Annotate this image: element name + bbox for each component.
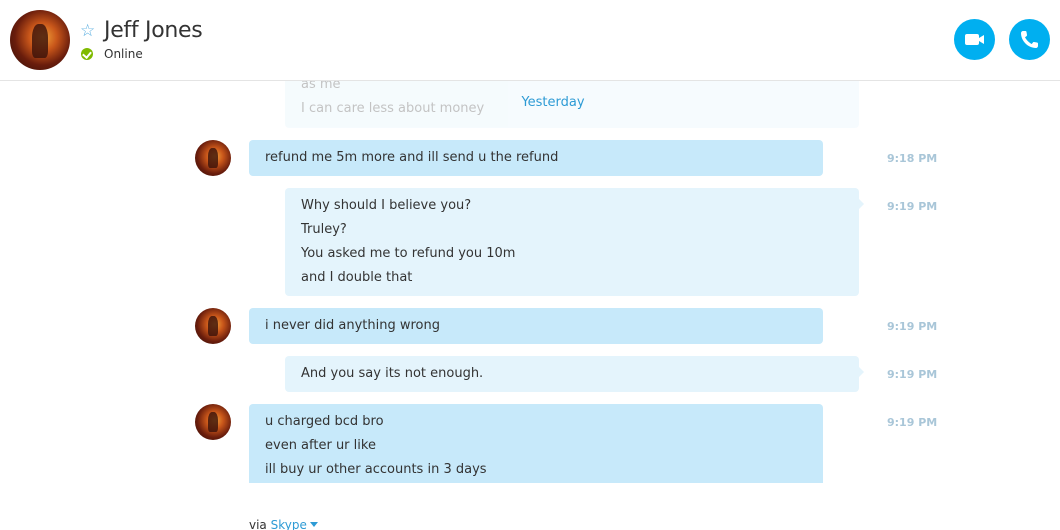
incoming-message-bubble[interactable]: i never did anything wrong xyxy=(249,308,823,344)
message-line: Why should I believe you? xyxy=(301,198,472,213)
favorite-star-icon[interactable]: ☆ xyxy=(80,22,95,40)
contact-status: Online xyxy=(104,47,143,61)
previous-message-line: as me xyxy=(301,81,341,92)
via-skype-link[interactable]: Skype xyxy=(271,518,307,530)
message-timestamp: 9:18 PM xyxy=(887,152,938,165)
outgoing-message-bubble[interactable]: Why should I believe you? Truley? You as… xyxy=(285,188,864,296)
online-status-icon xyxy=(81,48,93,60)
via-label: via xyxy=(249,518,267,530)
composer-area xyxy=(0,483,1060,530)
message-line: Truley? xyxy=(301,222,347,237)
outgoing-message-bubble[interactable]: And you say its not enough. xyxy=(285,356,864,392)
video-call-button[interactable] xyxy=(954,19,995,60)
incoming-message-bubble[interactable]: u charged bcd bro even after ur like ill… xyxy=(249,404,823,494)
sender-avatar[interactable] xyxy=(195,140,231,176)
contact-avatar[interactable] xyxy=(10,10,70,70)
phone-icon xyxy=(1021,31,1038,48)
message-line: i never did anything wrong xyxy=(265,318,441,333)
message-line: ill buy ur other accounts in 3 days xyxy=(265,462,487,477)
message-timestamp: 9:19 PM xyxy=(887,416,938,429)
message-timestamp: 9:19 PM xyxy=(887,368,938,381)
message-line: And you say its not enough. xyxy=(301,366,484,381)
message-line: refund me 5m more and ill send u the ref… xyxy=(265,150,559,165)
message-timestamp: 9:19 PM xyxy=(887,320,938,333)
message-timestamp: 9:19 PM xyxy=(887,200,938,213)
message-history[interactable]: as me I can care less about money Yester… xyxy=(0,81,1060,530)
via-indicator: via Skype xyxy=(249,518,318,530)
video-camera-icon xyxy=(965,34,984,45)
message-line: You asked me to refund you 10m xyxy=(301,246,516,261)
sender-avatar[interactable] xyxy=(195,308,231,344)
message-line: and I double that xyxy=(301,270,413,285)
chevron-down-icon[interactable] xyxy=(309,522,318,527)
conversation-header: ☆ Jeff Jones Online xyxy=(0,0,1060,81)
message-line: even after ur like xyxy=(265,438,376,453)
message-line: u charged bcd bro xyxy=(265,414,384,429)
day-separator: Yesterday xyxy=(521,95,585,110)
sender-avatar[interactable] xyxy=(195,404,231,440)
incoming-message-bubble[interactable]: refund me 5m more and ill send u the ref… xyxy=(249,140,823,176)
audio-call-button[interactable] xyxy=(1009,19,1050,60)
contact-name[interactable]: Jeff Jones xyxy=(104,18,203,43)
